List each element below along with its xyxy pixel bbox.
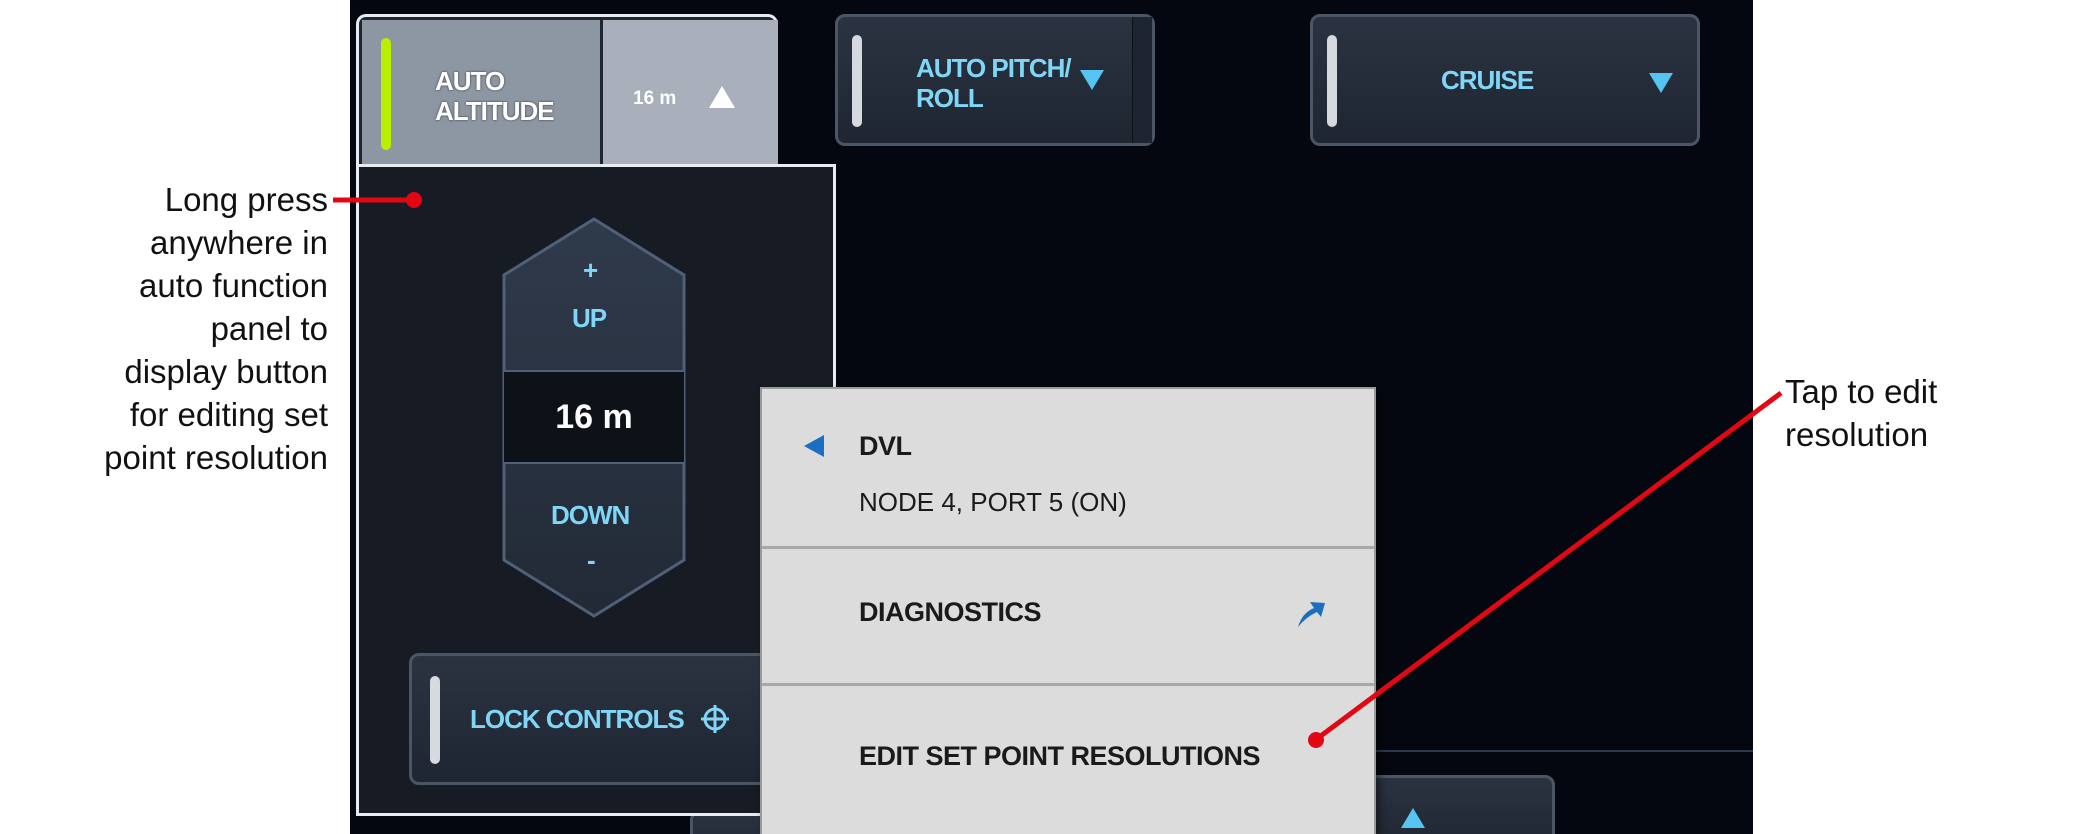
chevron-down-icon[interactable] — [1080, 70, 1104, 90]
lock-controls-button[interactable]: LOCK CONTROLS — [409, 653, 769, 785]
diagnostics-menu-item[interactable]: DIAGNOSTICS — [762, 549, 1374, 683]
chevron-down-icon[interactable] — [1649, 73, 1673, 93]
annotation-line: panel to — [210, 310, 328, 347]
dvl-menu-item[interactable]: DVL NODE 4, PORT 5 (ON) — [762, 389, 1374, 546]
status-indicator — [430, 676, 440, 764]
down-label: DOWN — [551, 500, 630, 530]
up-button[interactable] — [504, 219, 684, 371]
menu-subtitle: NODE 4, PORT 5 (ON) — [859, 487, 1127, 517]
long-press-annotation: Long press anywhere in auto function pan… — [0, 178, 328, 479]
auto-altitude-label-line: ALTITUDE — [435, 96, 555, 126]
back-arrow-icon[interactable] — [804, 435, 824, 457]
altitude-value: 16 m — [555, 398, 633, 436]
cruise-label: CRUISE — [1441, 65, 1534, 95]
annotation-line: point resolution — [104, 439, 328, 476]
annotation-line: display button — [124, 353, 328, 390]
context-menu: DVL NODE 4, PORT 5 (ON) DIAGNOSTICS EDIT… — [762, 389, 1374, 834]
plus-sign: + — [583, 255, 598, 285]
altitude-setpoint: 16 m — [633, 88, 677, 109]
annotation-line: auto function — [139, 267, 328, 304]
auto-pitch-roll-button[interactable]: AUTO PITCH/ ROLL — [835, 14, 1155, 146]
annotation-line: anywhere in — [150, 224, 328, 261]
annotation-line: resolution — [1785, 416, 1929, 453]
annotation-line: Tap to edit — [1785, 373, 1938, 410]
control-screen: AUTO PITCH/ ROLL CRUISE AUTO ALTITUDE 16… — [350, 0, 1753, 834]
auto-altitude-value-cell[interactable]: 16 m — [603, 20, 778, 169]
cruise-button[interactable]: CRUISE — [1310, 14, 1700, 146]
arrow-up-icon — [709, 86, 735, 108]
auto-altitude-label-cell[interactable]: AUTO ALTITUDE — [362, 20, 600, 166]
edit-set-point-resolutions-item[interactable]: EDIT SET POINT RESOLUTIONS — [762, 686, 1374, 834]
status-indicator — [852, 35, 862, 127]
arrow-up-icon — [1401, 808, 1425, 828]
tap-to-edit-annotation: Tap to edit resolution — [1785, 370, 2085, 456]
menu-title: DVL — [859, 431, 912, 461]
annotation-line: Long press — [164, 181, 328, 218]
diagnostics-label: DIAGNOSTICS — [859, 597, 1042, 627]
auto-altitude-label-line: AUTO — [435, 66, 505, 96]
status-indicator — [1327, 35, 1337, 127]
altitude-stepper[interactable]: + UP 16 m DOWN - — [499, 215, 689, 618]
external-link-arrow-icon — [1298, 602, 1325, 627]
minus-sign: - — [587, 545, 596, 575]
annotation-line: for editing set — [129, 396, 328, 433]
auto-pitch-roll-label-line: AUTO PITCH/ — [916, 53, 1072, 83]
active-indicator — [381, 38, 391, 150]
down-button[interactable] — [504, 463, 684, 616]
edit-resolutions-label: EDIT SET POINT RESOLUTIONS — [859, 741, 1261, 771]
lock-controls-label: LOCK CONTROLS — [470, 704, 685, 734]
up-label: UP — [572, 303, 607, 333]
auto-altitude-header[interactable]: AUTO ALTITUDE 16 m — [356, 14, 778, 169]
auto-pitch-roll-label-line: ROLL — [916, 83, 984, 113]
pitch-dropdown-area[interactable] — [1133, 17, 1152, 143]
crosshair-icon — [701, 705, 729, 733]
